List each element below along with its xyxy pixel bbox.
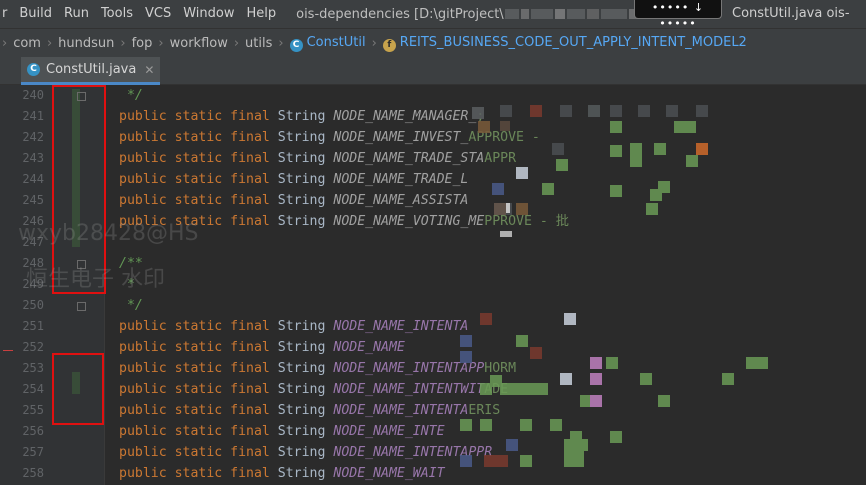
breadcrumb-item-fop[interactable]: fop [128, 36, 157, 51]
redaction-mosaic [460, 105, 768, 467]
code-text: */ [119, 295, 143, 316]
constant-name[interactable]: NODE_NAME_INTENTA [333, 403, 468, 418]
field-icon: f [382, 38, 396, 52]
line-number: 253 [22, 361, 44, 375]
menu-vcs[interactable]: VCS [139, 0, 177, 28]
declaration-modifiers: public static final String [119, 109, 326, 124]
breadcrumb-field-label: REITS_BUSINESS_CODE_OUT_APPLY_INTENT_MOD… [399, 34, 747, 50]
breadcrumb-separator: › [278, 35, 284, 51]
breadcrumb-item-utils[interactable]: utils [241, 36, 276, 51]
line-number: 254 [22, 382, 44, 396]
code-text: public static final String NODE_NAME_TRA… [119, 148, 516, 169]
code-text: public static final String NODE_NAME_INT… [119, 358, 516, 379]
declaration-modifiers: public static final String [119, 151, 326, 166]
comment-text: */ [119, 298, 143, 313]
constant-name[interactable]: NODE_NAME_INVEST_ [333, 130, 468, 145]
declaration-modifiers: public static final String [119, 319, 326, 334]
declaration-modifiers: public static final String [119, 193, 326, 208]
breadcrumb-item-class[interactable]: C ConstUtil [286, 35, 370, 52]
breadcrumb-item-hundsun[interactable]: hundsun [54, 36, 118, 51]
code-text: */ [119, 85, 143, 106]
annotation-box [52, 353, 104, 425]
menu-tools[interactable]: Tools [95, 0, 139, 28]
line-number: 242 [22, 130, 44, 144]
menu-help[interactable]: Help [240, 0, 282, 28]
line-number: 243 [22, 151, 44, 165]
tab-label: ConstUtil.java [46, 62, 137, 77]
line-number: 257 [22, 445, 44, 459]
declaration-modifiers: public static final String [119, 361, 326, 376]
declaration-modifiers: public static final String [119, 403, 326, 418]
declaration-modifiers: public static final String [119, 466, 326, 481]
window-title: ois-dependencies [D:\gitProject\ [296, 6, 504, 22]
breadcrumb-separator: › [120, 35, 126, 51]
line-number: 252 [22, 340, 44, 354]
watermark-text: 恒生电子 水印 [26, 267, 165, 292]
comment-text: */ [119, 88, 143, 103]
code-text: public static final String NODE_NAME_INT… [119, 442, 492, 463]
breadcrumb-separator: › [233, 35, 240, 51]
class-icon: C [27, 63, 40, 76]
breadcrumb-separator: › [2, 35, 8, 51]
breadcrumb-item-workflow[interactable]: workflow [166, 36, 232, 51]
code-editor[interactable]: 240 */ 241 public static final String NODE… [0, 85, 866, 485]
close-icon[interactable]: ✕ [144, 63, 154, 77]
menu-refactor-partial[interactable]: r [0, 0, 13, 28]
line-number: 245 [22, 193, 44, 207]
declaration-modifiers: public static final String [119, 130, 326, 145]
breadcrumb: › com › hundsun › fop › workflow › utils… [0, 28, 866, 58]
code-text: public static final String NODE_NAME [119, 337, 405, 358]
editor-tab-bar: C ConstUtil.java ✕ [0, 57, 866, 85]
code-text: public static final String NODE_NAME_INT… [119, 421, 445, 442]
code-text: public static final String NODE_NAME_WAI… [119, 463, 445, 484]
menu-window[interactable]: Window [177, 0, 240, 28]
code-text: public static final String NODE_NAME_INT… [119, 379, 508, 400]
title-file-name: ConstUtil.java ois- [732, 6, 850, 21]
line-number: 256 [22, 424, 44, 438]
code-text: public static final String NODE_NAME_INT… [119, 316, 468, 337]
constant-name[interactable]: NODE_NAME_TRADE_L [333, 172, 468, 187]
annotation-mark [3, 350, 13, 351]
floating-toolbar-badge[interactable]: ••••• ↓ ••••• [634, 0, 722, 30]
line-number: 255 [22, 403, 44, 417]
breadcrumb-item-com[interactable]: com [9, 36, 45, 51]
line-number: 250 [22, 298, 44, 312]
declaration-modifiers: public static final String [119, 340, 326, 355]
watermark-text: wxyb28428@HS [18, 221, 199, 246]
declaration-modifiers: public static final String [119, 445, 326, 460]
class-icon: C [289, 38, 303, 52]
code-text: public static final String NODE_NAME_MAN… [119, 106, 484, 127]
tab-constutil[interactable]: C ConstUtil.java ✕ [21, 57, 161, 85]
fold-icon[interactable] [77, 302, 86, 311]
breadcrumb-separator: › [371, 35, 377, 51]
line-number: 241 [22, 109, 44, 123]
code-text: public static final String NODE_NAME_TRA… [119, 169, 468, 190]
line-number: 258 [22, 466, 44, 480]
menu-build[interactable]: Build [13, 0, 58, 28]
breadcrumb-class-label: ConstUtil [306, 34, 366, 50]
code-text: public static final String NODE_NAME_INT… [119, 400, 500, 421]
declaration-modifiers: public static final String [119, 382, 326, 397]
constant-name[interactable]: NODE_NAME [333, 340, 404, 355]
line-number: 240 [22, 88, 44, 102]
declaration-modifiers: public static final String [119, 424, 326, 439]
constant-name[interactable]: NODE_NAME_INTENTA [333, 319, 468, 334]
menu-run[interactable]: Run [58, 0, 95, 28]
breadcrumb-separator: › [46, 35, 53, 51]
code-text: public static final String NODE_NAME_ASS… [119, 190, 468, 211]
breadcrumb-item-field[interactable]: f REITS_BUSINESS_CODE_OUT_APPLY_INTENT_MO… [379, 35, 751, 52]
declaration-modifiers: public static final String [119, 172, 326, 187]
constant-name[interactable]: NODE_NAME_WAIT [333, 466, 444, 481]
constant-name[interactable]: NODE_NAME_MANAGER_ [333, 109, 476, 124]
line-number: 251 [22, 319, 44, 333]
breadcrumb-separator: › [158, 35, 164, 51]
constant-name[interactable]: NODE_NAME_INTE [333, 424, 444, 439]
line-number: 244 [22, 172, 44, 186]
constant-name[interactable]: NODE_NAME_ASSISTA [333, 193, 468, 208]
